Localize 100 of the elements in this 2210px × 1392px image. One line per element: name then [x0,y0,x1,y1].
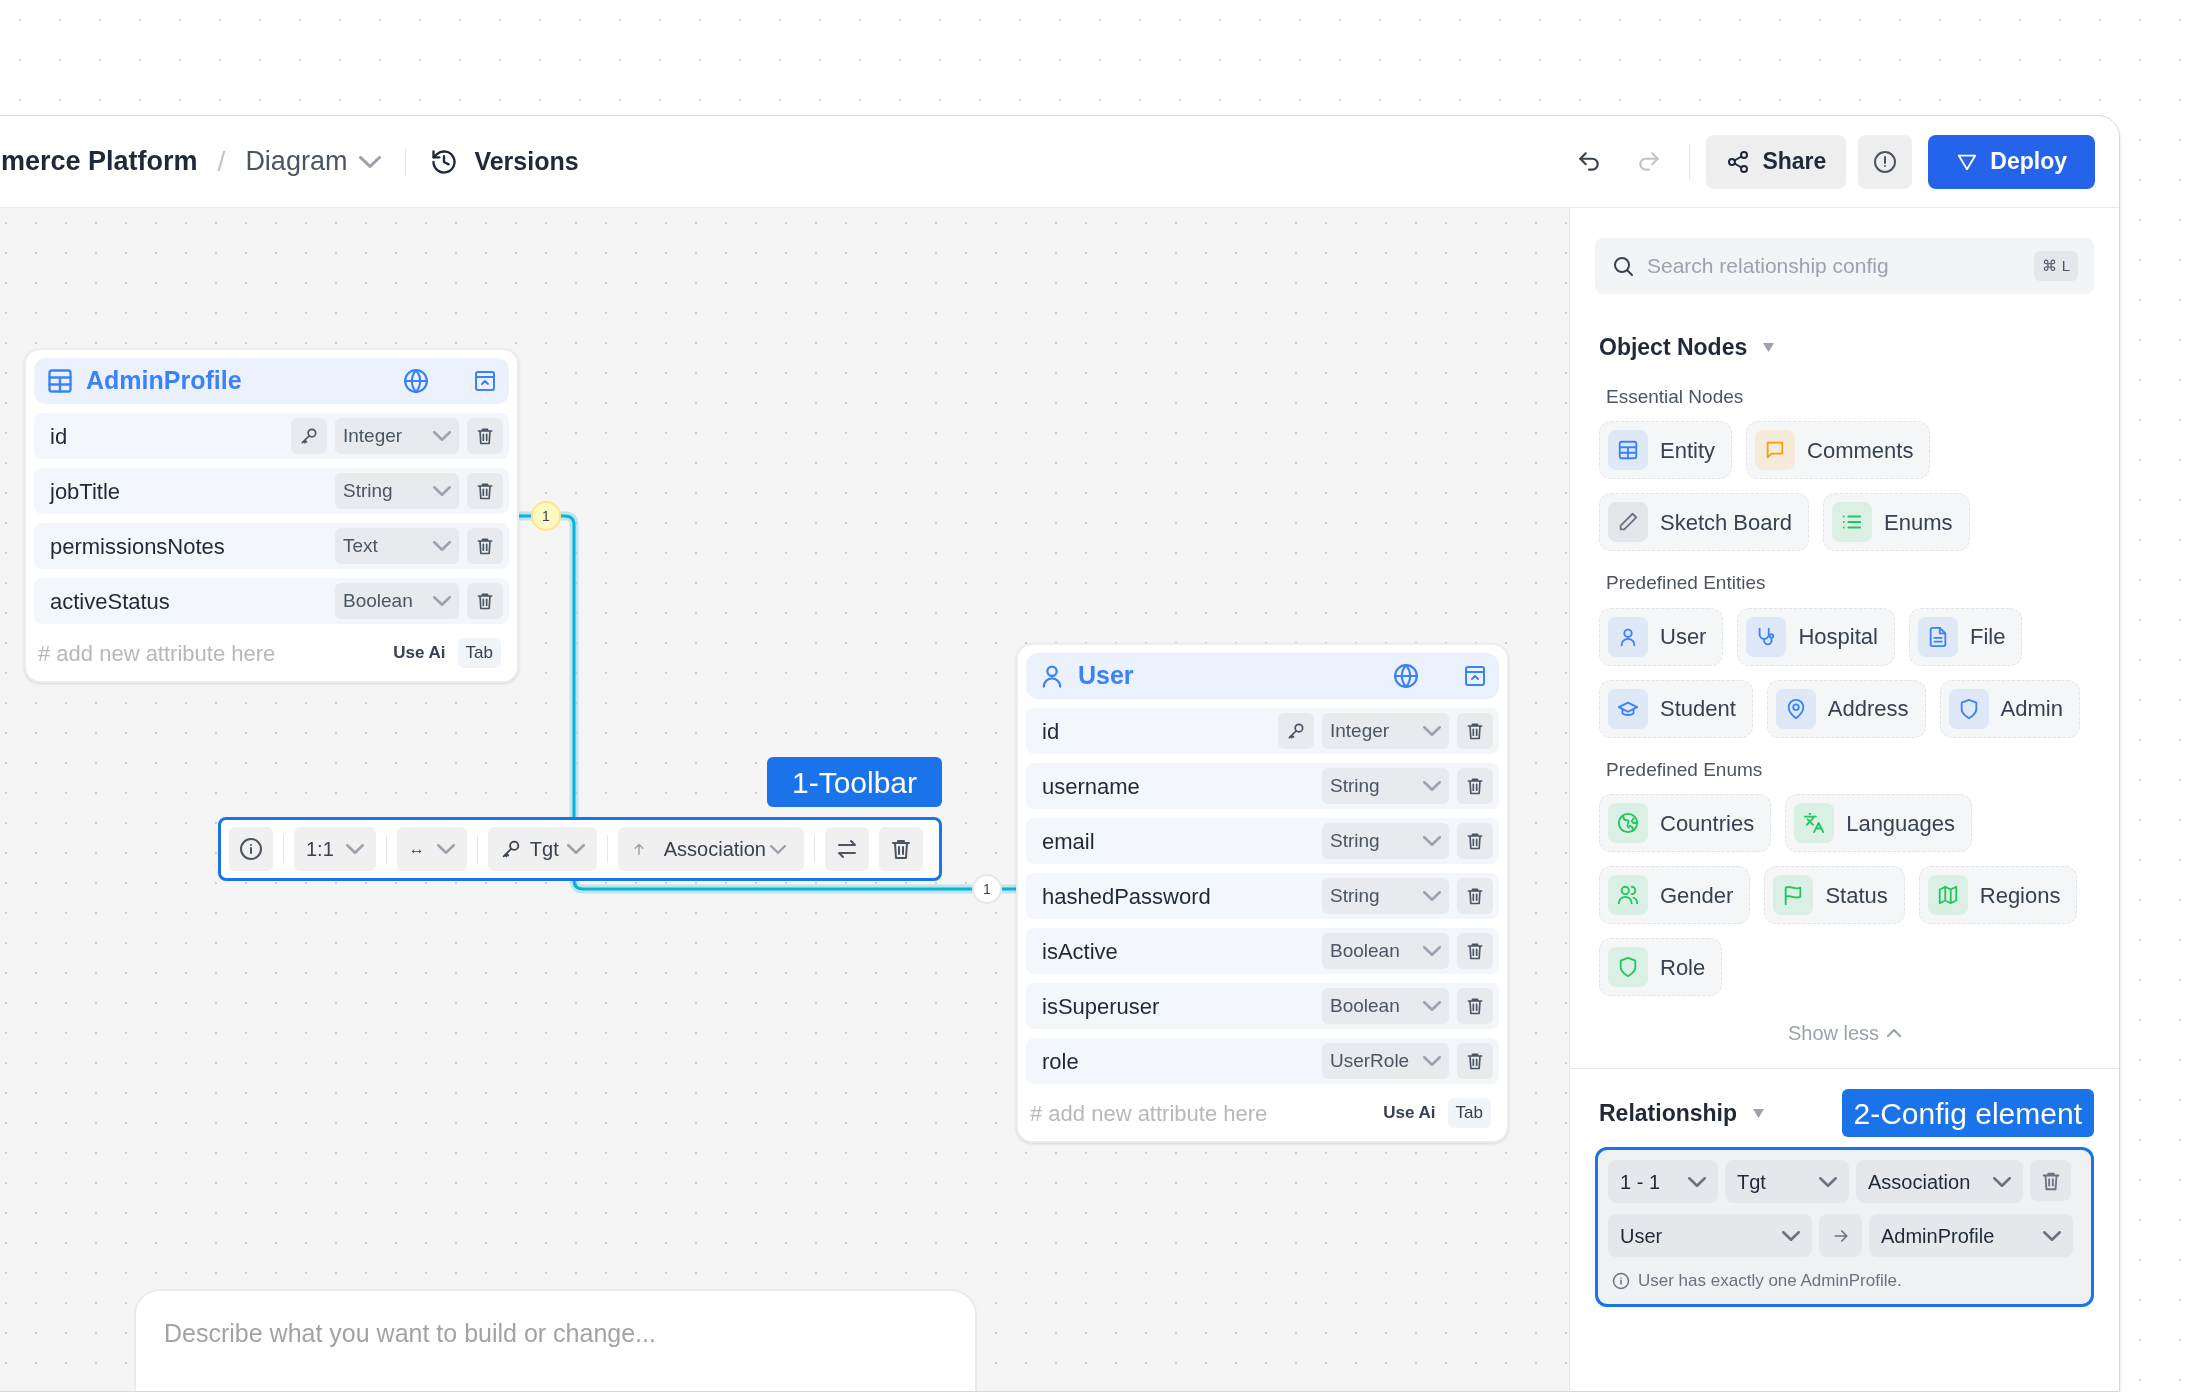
use-ai-button[interactable]: Use Ai [393,640,446,666]
cardinality-select[interactable]: 1:1 [294,827,376,871]
source-select[interactable]: User [1608,1214,1812,1257]
relationship-description: User has exactly one AdminProfile. [1638,1270,1902,1292]
attribute-row[interactable]: username String [1026,763,1499,809]
type-select[interactable]: String [1322,823,1449,859]
end-select[interactable]: Tgt [1725,1160,1849,1203]
delete-button[interactable] [467,418,503,454]
attribute-row[interactable]: hashedPassword String [1026,873,1499,919]
end-select[interactable]: Tgt [487,827,597,871]
primary-key-button[interactable] [1278,713,1314,749]
cardinality-badge: 1 [972,874,1002,904]
attribute-name[interactable]: role [1042,1044,1314,1078]
entity-card[interactable]: AdminProfile id Integer jobTitle String permissionsNotes Text activeStatus Boolean # add new attribute here Use Ai Tab [24,348,519,683]
cardinality-select[interactable]: 1 - 1 [1608,1160,1718,1203]
attribute-name[interactable]: activeStatus [50,584,327,618]
node-chip[interactable]: Countries [1599,794,1772,852]
key-icon [299,426,319,446]
delete-button[interactable] [1457,823,1493,859]
breadcrumb-separator: / [217,144,226,179]
share-button[interactable]: Share [1706,134,1847,189]
node-chip[interactable]: Role [1599,938,1723,996]
delete-button[interactable] [1457,768,1493,804]
delete-button[interactable] [1457,988,1493,1024]
node-chip[interactable]: Student [1599,679,1753,738]
attribute-row[interactable]: permissionsNotes Text [34,523,509,569]
relation-type-select[interactable]: Association [1856,1160,2023,1203]
node-chip[interactable]: Status [1764,866,1905,924]
node-chip[interactable]: Enums [1823,493,1970,551]
type-select[interactable]: Integer [1322,713,1449,749]
type-select[interactable]: String [335,473,459,509]
delete-button[interactable] [467,473,503,509]
node-chip[interactable]: Address [1766,679,1926,738]
node-chip[interactable]: Regions [1918,866,2078,924]
delete-button[interactable] [1457,1043,1493,1079]
delete-button[interactable] [1457,933,1493,969]
direction-select[interactable]: ↔ [396,827,467,871]
delete-button[interactable] [2030,1160,2071,1201]
project-name[interactable]: merce Platform [1,141,198,182]
delete-button[interactable] [467,528,503,564]
node-chip[interactable]: Languages [1785,794,1973,852]
attribute-name[interactable]: email [1042,824,1314,858]
node-chip[interactable]: Gender [1599,866,1751,924]
node-chip[interactable]: User [1599,607,1724,666]
primary-key-button[interactable] [291,418,327,454]
delete-button[interactable] [467,583,503,619]
trash-icon [1465,831,1485,851]
search-field[interactable]: Search relationship config ⌘ L [1595,238,2094,294]
tab-key: Tab [457,638,501,668]
type-select[interactable]: Boolean [335,583,459,619]
attribute-row[interactable]: isSuperuser Boolean [1026,983,1499,1029]
node-chip[interactable]: Hospital [1737,607,1895,666]
node-chip[interactable]: Entity [1599,421,1733,479]
view-dropdown[interactable]: Diagram [245,141,382,182]
map-icon [1936,884,1959,906]
delete-button[interactable] [1457,878,1493,914]
type-select[interactable]: Text [335,528,459,564]
attribute-name[interactable]: id [50,419,283,453]
versions-button[interactable]: Versions [430,142,579,181]
type-select[interactable]: String [1322,878,1449,914]
trash-icon [1465,886,1485,906]
target-select[interactable]: AdminProfile [1869,1214,2073,1257]
attribute-row[interactable]: email String [1026,818,1499,864]
translate-icon [1803,812,1826,834]
history-icon [430,147,459,176]
section-title[interactable]: Object Nodes [1599,330,1748,365]
attribute-row[interactable]: id Integer [34,413,509,459]
attribute-name[interactable]: isSuperuser [1042,989,1314,1023]
deploy-button[interactable]: Deploy [1928,134,2095,189]
attribute-row[interactable]: role UserRole [1026,1038,1499,1084]
type-select[interactable]: String [1322,768,1449,804]
info-button[interactable] [229,827,273,871]
attribute-row[interactable]: jobTitle String [34,468,509,514]
attribute-row[interactable]: id Integer [1026,708,1499,754]
attribute-name[interactable]: jobTitle [50,474,327,508]
delete-button[interactable] [1457,713,1493,749]
attribute-name[interactable]: id [1042,714,1270,748]
attribute-name[interactable]: hashedPassword [1042,879,1314,913]
entity-card[interactable]: User id Integer username String email String hashedPassword String isActive Boolean isSuperuser Boolean role UserRole # add new attribute here Use Ai Tab [1016,643,1509,1143]
relation-type-select[interactable]: Association [617,827,804,871]
attribute-name[interactable]: permissionsNotes [50,529,327,563]
type-select[interactable]: UserRole [1322,1043,1449,1079]
node-chip[interactable]: Admin [1939,679,2080,738]
use-ai-button[interactable]: Use Ai [1383,1100,1436,1126]
node-chip[interactable]: Comments [1746,421,1931,479]
type-select[interactable]: Boolean [1322,988,1449,1024]
type-select[interactable]: Integer [335,418,459,454]
attribute-name[interactable]: username [1042,769,1314,803]
attribute-row[interactable]: activeStatus Boolean [34,578,509,624]
node-chip[interactable]: File [1908,607,2023,666]
swap-button[interactable] [824,827,869,871]
node-chip[interactable]: Sketch Board [1599,493,1810,551]
direction-button[interactable] [1819,1214,1862,1257]
type-select[interactable]: Boolean [1322,933,1449,969]
attribute-name[interactable]: isActive [1042,934,1314,968]
section-title[interactable]: Relationship [1599,1095,1737,1131]
attribute-row[interactable]: isActive Boolean [1026,928,1499,974]
delete-button[interactable] [878,827,923,871]
alert-button[interactable] [1858,134,1913,189]
people-icon [1617,884,1639,906]
